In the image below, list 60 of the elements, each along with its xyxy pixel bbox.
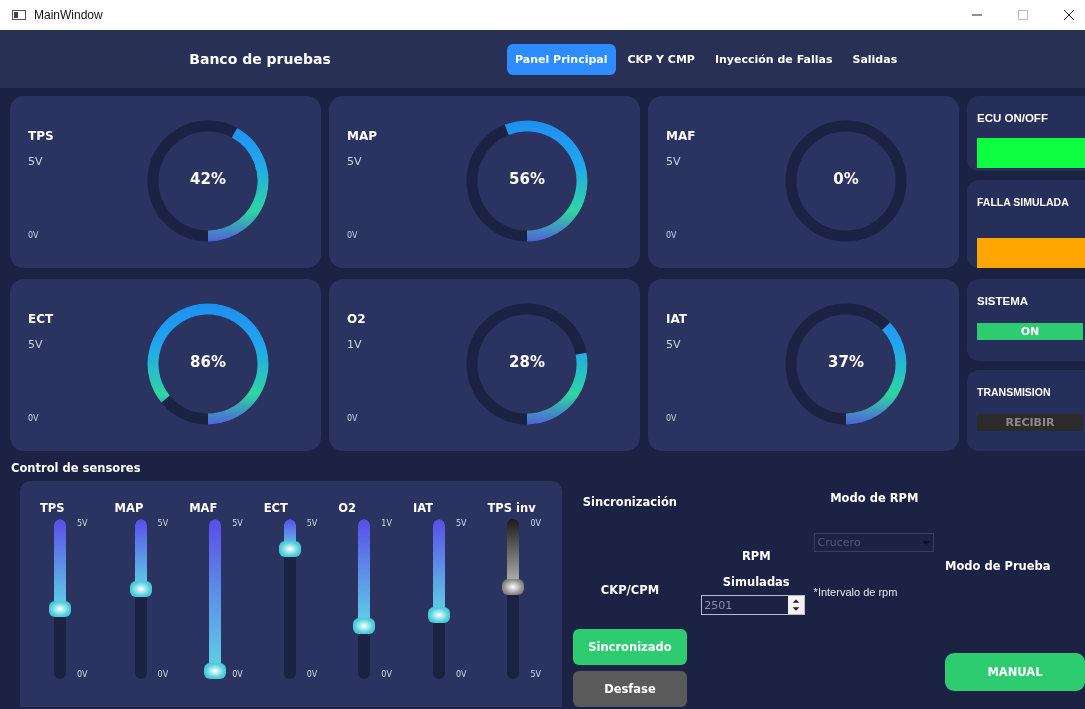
- section-title: Modo de RPM: [829, 491, 920, 505]
- gauge-name: IAT: [666, 312, 687, 326]
- section-title: Control de sensores: [11, 460, 142, 477]
- slider-label: IAT: [412, 501, 435, 517]
- section-title: Modo de Prueba: [945, 559, 1052, 573]
- max-label: 5V: [77, 519, 88, 528]
- rpm-note: *Intervalo de rpm: [813, 586, 899, 598]
- status-indicator: RECIBIR: [977, 413, 1083, 431]
- slider-label: TPS inv: [487, 501, 537, 517]
- gauge-name: TPS: [28, 129, 54, 143]
- gauge-reading: 0%: [832, 170, 860, 188]
- max-label: 1V: [347, 338, 363, 351]
- indicator-title: TRANSMISION: [977, 385, 1052, 398]
- max-label: 5V: [347, 155, 363, 168]
- max-label: 5V: [28, 338, 44, 351]
- max-label: 5V: [666, 155, 682, 168]
- gauge-reading: 42%: [189, 170, 227, 188]
- min-label: 0V: [666, 231, 678, 240]
- slider-label: O2: [338, 501, 358, 517]
- min-label: 0V: [381, 670, 392, 679]
- gauge-name: MAF: [666, 129, 696, 143]
- min-label: 5V: [530, 670, 542, 679]
- max-label: 5V: [306, 519, 318, 528]
- max-label: 1V: [381, 519, 392, 528]
- min-label: 0V: [157, 670, 169, 679]
- min-label: 0V: [77, 670, 88, 679]
- signal-label: CKP/CPM: [599, 583, 661, 597]
- min-label: 0V: [28, 414, 40, 423]
- min-label: 0V: [666, 414, 678, 423]
- indicator-title: FALLA SIMULADA: [977, 196, 1070, 208]
- slider-label: ECT: [263, 501, 289, 517]
- gauge-name: MAP: [347, 129, 378, 143]
- max-label: 5V: [157, 519, 169, 528]
- rpm-label: Simuladas: [722, 575, 790, 589]
- min-label: 0V: [347, 414, 359, 423]
- min-label: 0V: [28, 231, 40, 240]
- min-label: 0V: [347, 231, 359, 240]
- status-indicator: ON: [977, 323, 1083, 340]
- max-label: 5V: [232, 519, 243, 528]
- slider-label: MAF: [189, 501, 219, 517]
- max-label: 5V: [455, 519, 467, 528]
- window-title: MainWindow: [34, 8, 103, 22]
- gauge-reading: 28%: [508, 353, 546, 371]
- max-label: 5V: [666, 338, 682, 351]
- min-label: 0V: [306, 670, 318, 679]
- gauge-name: O2: [347, 312, 366, 326]
- indicator-title: SISTEMA: [977, 295, 1030, 307]
- section-title: Sincronización: [581, 495, 679, 509]
- max-label: 0V: [530, 519, 542, 528]
- slider-label: MAP: [114, 501, 145, 517]
- gauge-reading: 37%: [827, 353, 865, 371]
- rpm-label: RPM: [741, 549, 771, 563]
- gauge-reading: 86%: [189, 353, 227, 371]
- indicator-title: ECU ON/OFF: [977, 112, 1049, 124]
- max-label: 5V: [28, 155, 44, 168]
- min-label: 0V: [232, 670, 243, 679]
- gauge-reading: 56%: [508, 170, 546, 188]
- gauge-name: ECT: [28, 312, 54, 326]
- slider-label: TPS: [40, 501, 66, 517]
- min-label: 0V: [455, 670, 467, 679]
